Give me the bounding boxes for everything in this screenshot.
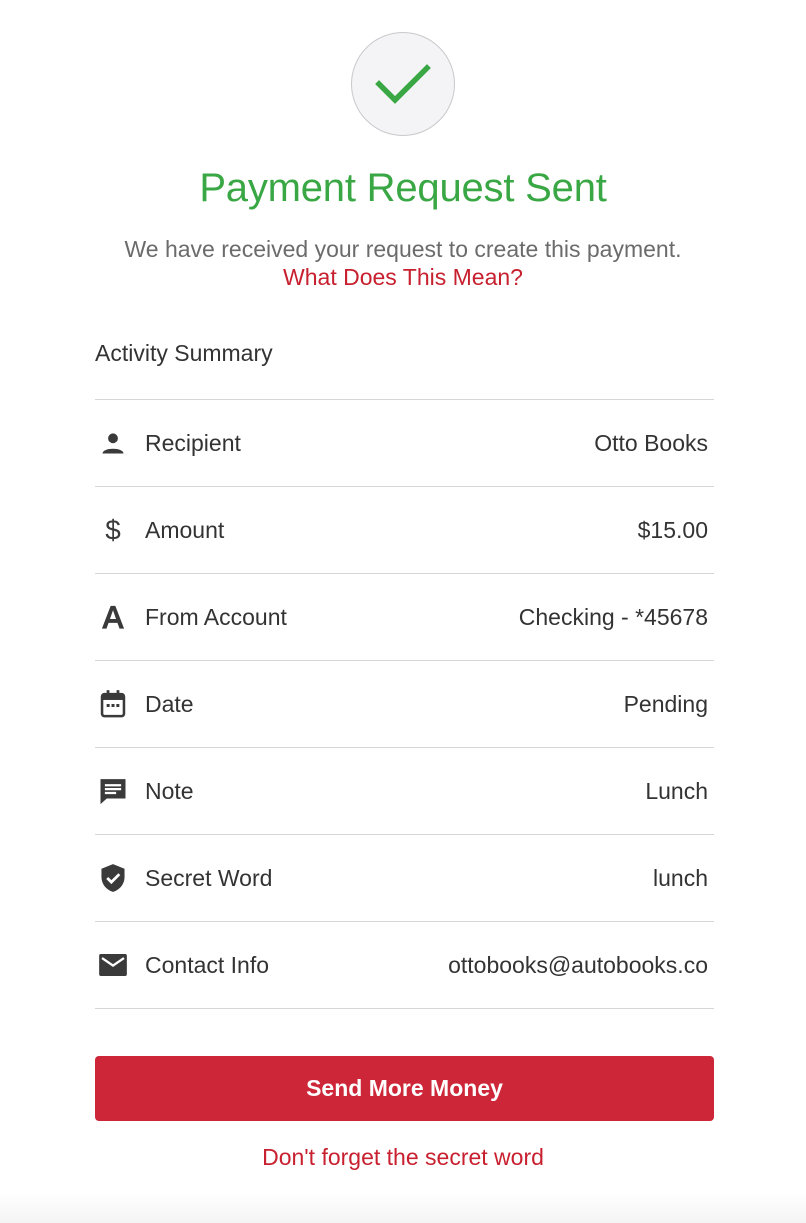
- bottom-shade: [0, 1193, 806, 1223]
- summary-label: Secret Word: [145, 864, 273, 891]
- activity-summary-heading: Activity Summary: [95, 340, 273, 366]
- summary-row-recipient: Recipient Otto Books: [95, 400, 714, 487]
- send-more-money-button[interactable]: Send More Money: [95, 1056, 714, 1121]
- page-title: Payment Request Sent: [199, 166, 607, 210]
- summary-value: lunch: [653, 864, 708, 891]
- shield-check-icon: [95, 860, 131, 896]
- svg-text:$: $: [105, 515, 121, 545]
- secret-word-reminder-link[interactable]: Don't forget the secret word: [0, 1144, 806, 1171]
- summary-row-from-account: From Account Checking - *45678: [95, 574, 714, 661]
- summary-label: Date: [145, 690, 194, 717]
- summary-label: Contact Info: [145, 951, 270, 978]
- summary-row-contact-info: Contact Info ottobooks@autobooks.co: [95, 922, 714, 1009]
- summary-label: From Account: [145, 603, 287, 630]
- summary-value: Pending: [623, 690, 708, 717]
- mail-icon: [95, 947, 131, 983]
- summary-value: $15.00: [637, 516, 708, 543]
- person-icon: [95, 425, 131, 461]
- note-icon: [95, 773, 131, 809]
- calendar-icon: [95, 686, 131, 722]
- success-check-badge: [351, 32, 455, 136]
- summary-row-amount: $ Amount $15.00: [95, 487, 714, 574]
- activity-summary-table: Recipient Otto Books $ Amount $15.00 Fro…: [95, 399, 714, 1009]
- summary-row-date: Date Pending: [95, 661, 714, 748]
- summary-label: Recipient: [145, 429, 241, 456]
- account-letter-icon: [95, 599, 131, 635]
- summary-label: Note: [145, 777, 194, 804]
- summary-value: Lunch: [645, 777, 708, 804]
- summary-label: Amount: [145, 516, 225, 543]
- what-does-this-mean-link[interactable]: What Does This Mean?: [0, 264, 806, 291]
- summary-value: Otto Books: [594, 429, 708, 456]
- dollar-icon: $: [95, 512, 131, 548]
- checkmark-icon: [375, 64, 431, 104]
- confirmation-message: We have received your request to create …: [124, 236, 682, 262]
- summary-value: Checking - *45678: [518, 603, 708, 630]
- summary-row-note: Note Lunch: [95, 748, 714, 835]
- summary-row-secret-word: Secret Word lunch: [95, 835, 714, 922]
- summary-value: ottobooks@autobooks.co: [448, 951, 708, 978]
